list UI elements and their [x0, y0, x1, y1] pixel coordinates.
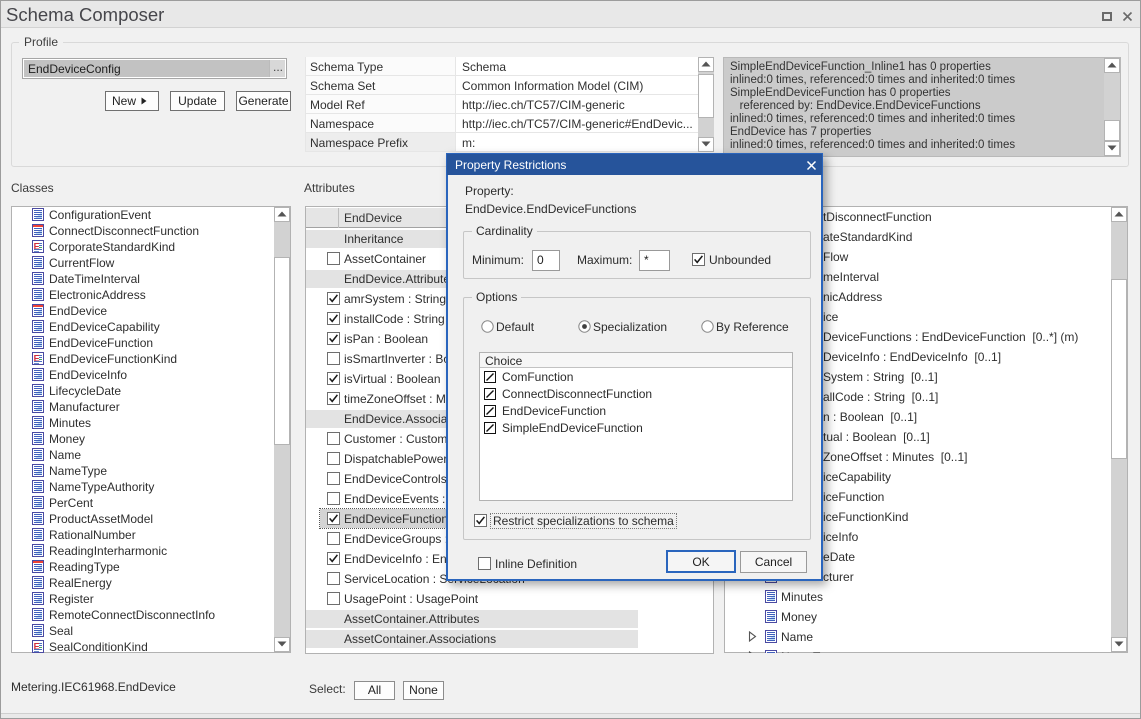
svg-text:E: E — [34, 242, 40, 252]
svg-text:E: E — [34, 642, 40, 652]
svg-text:E: E — [34, 354, 40, 364]
